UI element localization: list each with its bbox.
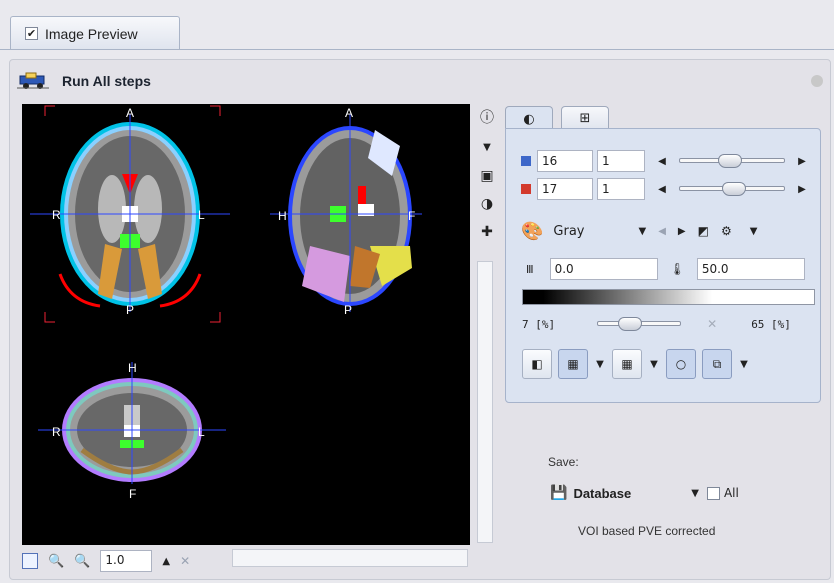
all-checkbox[interactable] bbox=[706, 486, 720, 500]
all-label: All bbox=[723, 486, 739, 500]
slice-1-thumb[interactable] bbox=[718, 154, 743, 168]
contrast-icon[interactable]: ◑ bbox=[477, 194, 497, 214]
brain-slices bbox=[30, 105, 422, 484]
slice-1-left-icon[interactable]: ◀ bbox=[653, 156, 671, 167]
save-target[interactable]: Database bbox=[573, 486, 631, 501]
colormap-label[interactable]: Gray bbox=[553, 224, 584, 239]
zoom-input[interactable]: 1.0 bbox=[100, 550, 153, 572]
run-bar[interactable]: Run All steps bbox=[16, 66, 151, 96]
save-label: Save: bbox=[548, 455, 579, 469]
mode-arrow-1-icon[interactable]: ▼ bbox=[594, 359, 606, 370]
slice-2-right-icon[interactable]: ▶ bbox=[793, 184, 811, 195]
run-icon bbox=[16, 72, 50, 90]
axial-label-right: L bbox=[198, 208, 205, 222]
threshold-row: 7 [%] ✕ 65 [%] bbox=[506, 312, 822, 336]
colormap-settings-icon[interactable]: ⚙ bbox=[721, 224, 732, 238]
slice-2-icon bbox=[521, 184, 531, 194]
zoom-in-icon[interactable]: 🔍 bbox=[48, 554, 64, 569]
upper-threshold-label: 65 [%] bbox=[751, 317, 791, 331]
slice-2-thumb[interactable] bbox=[721, 182, 746, 196]
slice-1-step[interactable]: 1 bbox=[597, 150, 645, 172]
crosshair-icon[interactable]: ✚ bbox=[477, 222, 497, 242]
circle-button[interactable]: ○ bbox=[666, 349, 696, 379]
threshold-clear-icon[interactable]: ✕ bbox=[707, 317, 717, 331]
sag-label-bottom: P bbox=[344, 303, 353, 317]
floppy-icon: 💾 bbox=[550, 485, 568, 501]
tab-checkbox[interactable]: ✔ bbox=[25, 27, 38, 40]
cor-label-left: R bbox=[52, 425, 61, 439]
axial-label-bottom: P bbox=[126, 303, 135, 317]
slice-2-slider[interactable] bbox=[679, 182, 785, 196]
palette-icon: 🎨 bbox=[521, 220, 544, 242]
slice-row-2: 17 1 ◀ ▶ bbox=[506, 177, 822, 201]
stack-button[interactable]: ⧉ bbox=[702, 349, 732, 379]
save-dropdown-icon[interactable]: ▼ bbox=[691, 488, 699, 499]
colormap-menu-icon[interactable]: ▼ bbox=[750, 226, 758, 237]
zoom-up-icon[interactable]: ▲ bbox=[162, 556, 170, 567]
threshold-thumb[interactable] bbox=[618, 317, 643, 331]
colormap-row: 🎨 Gray ▼ ◀ ▶ ◩ ⚙ ▼ bbox=[506, 219, 822, 243]
panel-close-icon[interactable] bbox=[811, 75, 823, 87]
mode-button-1[interactable]: ◧ bbox=[522, 349, 552, 379]
slice-1-slider[interactable] bbox=[679, 154, 785, 168]
save-row: 💾 Database ▼ All bbox=[550, 482, 739, 504]
slice-row-1: 16 1 ◀ ▶ bbox=[506, 149, 822, 173]
tab-image-preview[interactable]: ✔ Image Preview bbox=[10, 16, 180, 50]
cor-label-right: L bbox=[198, 425, 205, 439]
control-tabs: ◐ ⊞ bbox=[505, 106, 821, 132]
axial-label-left: R bbox=[52, 208, 61, 222]
sag-label-right: F bbox=[408, 209, 416, 223]
range-row: Ⅲ 0.0 🌡 50.0 bbox=[506, 257, 822, 281]
colormap-dropdown-icon[interactable]: ▼ bbox=[639, 226, 647, 237]
tab-bar: ✔ Image Preview bbox=[0, 0, 834, 52]
mode-button-2[interactable]: ▦ bbox=[558, 349, 588, 379]
run-all-steps-label: Run All steps bbox=[62, 73, 151, 89]
range-lock-icon[interactable]: 🌡 bbox=[670, 262, 685, 276]
mode-arrow-3-icon[interactable]: ▼ bbox=[738, 359, 750, 370]
viewer-vertical-scrollbar[interactable] bbox=[477, 261, 493, 543]
tab-layout[interactable]: ⊞ bbox=[561, 106, 609, 130]
tab-label: Image Preview bbox=[45, 25, 138, 42]
slice-1-right-icon[interactable]: ▶ bbox=[793, 156, 811, 167]
dropdown-icon[interactable]: ▼ bbox=[477, 138, 497, 158]
colormap-left-icon[interactable]: ◀ bbox=[658, 226, 666, 237]
axial-label-top: A bbox=[126, 106, 135, 120]
display-mode-buttons: ◧ ▦ ▼ ▦ ▼ ○ ⧉ ▼ bbox=[522, 349, 750, 379]
slice-2-left-icon[interactable]: ◀ bbox=[653, 184, 671, 195]
mode-arrow-2-icon[interactable]: ▼ bbox=[648, 359, 660, 370]
slice-1-value[interactable]: 16 bbox=[537, 150, 593, 172]
cor-label-bottom: F bbox=[129, 487, 137, 501]
layout-icon[interactable]: ▣ bbox=[477, 166, 497, 186]
colormap-overlay-icon[interactable]: ◩ bbox=[698, 224, 709, 238]
range-icon: Ⅲ bbox=[526, 262, 534, 276]
lower-threshold-label: 7 [%] bbox=[522, 317, 556, 331]
colormap-gradient-bar[interactable] bbox=[522, 289, 815, 305]
viewer-horizontal-scrollbar[interactable] bbox=[232, 549, 468, 567]
slice-2-value[interactable]: 17 bbox=[537, 178, 593, 200]
cor-label-top: H bbox=[128, 361, 137, 375]
pve-status-text: VOI based PVE corrected bbox=[578, 524, 716, 538]
threshold-slider[interactable] bbox=[597, 317, 682, 331]
grid-button[interactable]: ▦ bbox=[612, 349, 642, 379]
slice-1-icon bbox=[521, 156, 531, 166]
fit-icon[interactable] bbox=[22, 553, 38, 569]
zoom-reset-icon[interactable]: ✕ bbox=[180, 554, 190, 568]
slice-2-step[interactable]: 1 bbox=[597, 178, 645, 200]
zoom-out-icon[interactable]: 🔍 bbox=[74, 554, 90, 569]
sag-label-top: A bbox=[345, 106, 354, 120]
info-icon[interactable]: ⓘ bbox=[477, 108, 497, 128]
tab-underline bbox=[0, 49, 834, 50]
image-viewer[interactable]: A R L P A H F P H R L F bbox=[22, 104, 470, 545]
range-min-field[interactable]: 0.0 bbox=[549, 258, 658, 280]
range-max-field[interactable]: 50.0 bbox=[696, 258, 805, 280]
sag-label-left: H bbox=[278, 209, 287, 223]
colormap-right-icon[interactable]: ▶ bbox=[678, 226, 686, 237]
